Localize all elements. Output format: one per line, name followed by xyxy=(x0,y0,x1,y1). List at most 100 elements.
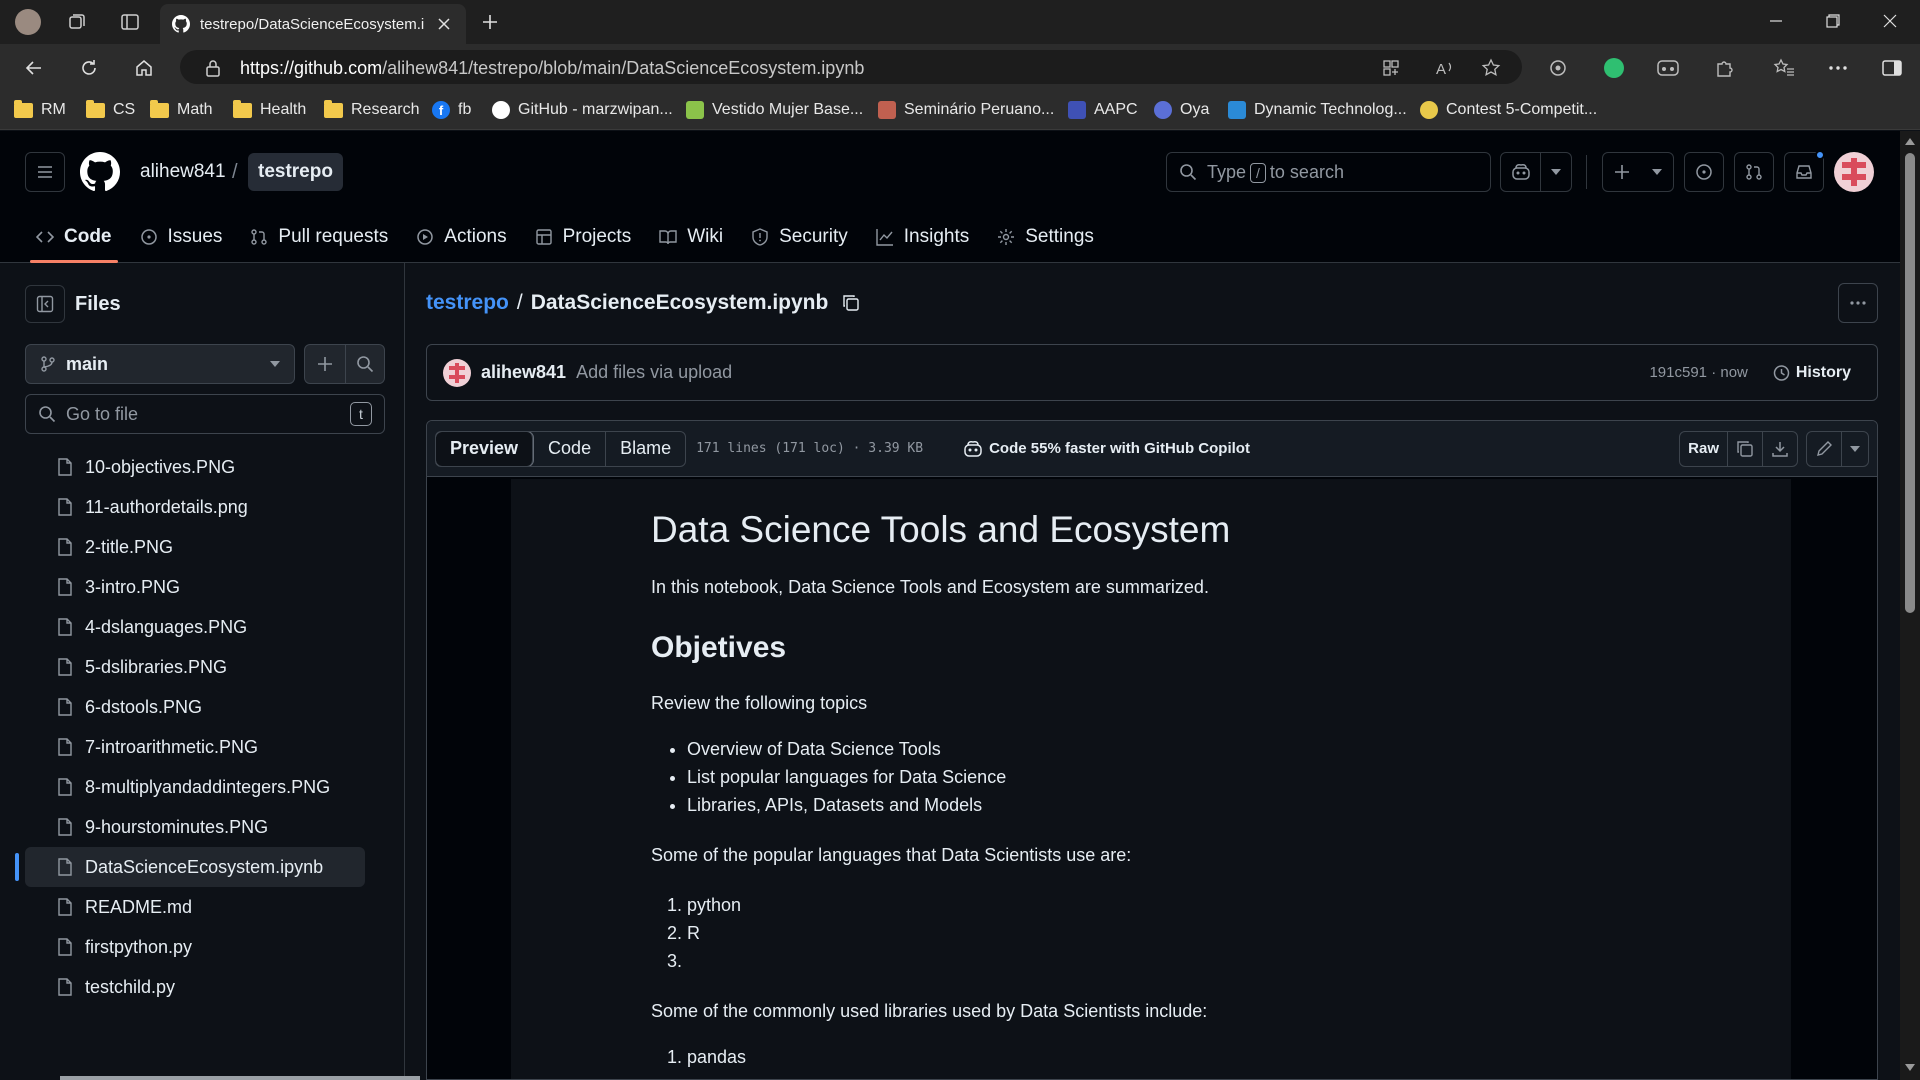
more-options-icon[interactable] xyxy=(1838,283,1878,323)
sidebar-toggle-icon[interactable] xyxy=(1876,52,1908,84)
file-tree-item[interactable]: 6-dstools.PNG xyxy=(25,687,365,727)
tab-settings[interactable]: Settings xyxy=(983,211,1108,263)
refresh-icon[interactable] xyxy=(73,52,105,84)
repo-owner-link[interactable]: alihew841 xyxy=(140,161,226,183)
scroll-up-icon[interactable] xyxy=(1905,137,1915,145)
file-tree-item[interactable]: 11-authordetails.png xyxy=(25,487,365,527)
bookmark-rm[interactable]: RM xyxy=(14,99,66,121)
edit-pencil-icon[interactable] xyxy=(1807,432,1841,466)
url-text[interactable]: https://github.com/alihew841/testrepo/bl… xyxy=(240,58,864,79)
preview-tab[interactable]: Preview xyxy=(436,431,535,466)
search-input[interactable]: Type / to search xyxy=(1166,152,1491,192)
file-tree-item[interactable]: 9-hourstominutes.PNG xyxy=(25,807,365,847)
copy-raw-icon[interactable] xyxy=(1727,431,1762,466)
bookmark-health[interactable]: Health xyxy=(233,99,306,121)
horizontal-scrollbar[interactable] xyxy=(60,1076,420,1080)
extension-icon-3[interactable] xyxy=(1652,52,1684,84)
vertical-tabs-icon[interactable] xyxy=(116,8,144,36)
github-logo-icon[interactable] xyxy=(80,152,120,192)
extension-icon-2[interactable] xyxy=(1598,52,1630,84)
bookmark-seminario[interactable]: Seminário Peruano... xyxy=(878,99,1054,121)
user-avatar[interactable] xyxy=(1834,152,1874,192)
bookmark-contest[interactable]: Contest 5-Competit... xyxy=(1420,99,1597,121)
inbox-icon[interactable] xyxy=(1784,150,1825,192)
add-file-icon[interactable] xyxy=(305,345,345,383)
restore-icon[interactable] xyxy=(1805,0,1861,42)
pull-requests-icon[interactable] xyxy=(1734,152,1774,192)
back-icon[interactable] xyxy=(18,52,50,84)
read-aloud-icon[interactable]: A xyxy=(1432,55,1458,81)
bookmark-math[interactable]: Math xyxy=(150,99,213,121)
file-tree-item[interactable]: testchild.py xyxy=(25,967,365,1007)
go-to-file-input[interactable]: Go to file t xyxy=(25,394,385,434)
favorite-star-icon[interactable] xyxy=(1478,55,1504,81)
bookmark-research[interactable]: Research xyxy=(324,99,419,121)
app-available-icon[interactable] xyxy=(1378,55,1404,81)
commit-author-link[interactable]: alihew841 xyxy=(481,362,566,383)
tab-projects[interactable]: Projects xyxy=(521,211,646,263)
scrollbar-thumb[interactable] xyxy=(1905,153,1915,613)
code-view-tab[interactable]: Code xyxy=(533,432,605,466)
repo-name-link[interactable]: testrepo xyxy=(248,153,343,191)
close-tab-icon[interactable] xyxy=(434,14,454,34)
raw-button[interactable]: Raw xyxy=(1680,432,1727,466)
minimize-icon[interactable] xyxy=(1748,0,1804,42)
tab-issues[interactable]: Issues xyxy=(126,211,237,263)
lock-icon[interactable] xyxy=(200,55,226,81)
blame-tab[interactable]: Blame xyxy=(605,431,685,466)
bookmark-github[interactable]: GitHub - marzwipan... xyxy=(492,99,673,121)
extension-icon-1[interactable] xyxy=(1542,52,1574,84)
bookmark-fb[interactable]: f fb xyxy=(432,99,471,121)
workspaces-icon[interactable] xyxy=(63,8,91,36)
commit-message-link[interactable]: Add files via upload xyxy=(576,362,732,383)
browser-tab-active[interactable]: testrepo/DataScienceEcosystem.ipynb xyxy=(160,4,466,44)
bookmark-vestido[interactable]: Vestido Mujer Base... xyxy=(686,99,863,121)
tab-pull-requests[interactable]: Pull requests xyxy=(236,211,402,263)
bookmark-dynamic[interactable]: Dynamic Technolog... xyxy=(1228,99,1407,121)
copilot-icon[interactable] xyxy=(1501,153,1540,191)
more-options-icon[interactable] xyxy=(1822,52,1854,84)
home-icon[interactable] xyxy=(128,52,160,84)
file-tree-item[interactable]: 7-introarithmetic.PNG xyxy=(25,727,365,767)
tab-wiki[interactable]: Wiki xyxy=(645,211,737,263)
copy-path-icon[interactable] xyxy=(842,294,860,312)
file-tree-item[interactable]: 2-title.PNG xyxy=(25,527,365,567)
search-icon[interactable] xyxy=(344,345,385,383)
tab-code[interactable]: Code xyxy=(22,211,126,263)
tab-actions[interactable]: Actions xyxy=(402,211,520,263)
file-tree-item[interactable]: 10-objectives.PNG xyxy=(25,447,365,487)
branch-selector[interactable]: main xyxy=(25,344,295,384)
chevron-down-icon[interactable] xyxy=(1540,153,1571,191)
breadcrumb-repo-link[interactable]: testrepo xyxy=(426,291,509,315)
file-tree-item[interactable]: DataScienceEcosystem.ipynb xyxy=(15,847,365,887)
history-button[interactable]: History xyxy=(1762,358,1861,388)
close-window-icon[interactable] xyxy=(1862,0,1918,42)
scroll-down-icon[interactable] xyxy=(1905,1064,1915,1072)
hamburger-menu-icon[interactable] xyxy=(25,152,65,192)
bookmark-cs[interactable]: CS xyxy=(86,99,135,121)
file-tree-item[interactable]: firstpython.py xyxy=(25,927,365,967)
issues-icon[interactable] xyxy=(1684,152,1724,192)
bookmark-aapc[interactable]: AAPC xyxy=(1068,99,1138,121)
copilot-promo-link[interactable]: Code 55% faster with GitHub Copilot xyxy=(963,440,1250,458)
bookmark-oya[interactable]: Oya xyxy=(1154,99,1209,121)
collapse-sidebar-icon[interactable] xyxy=(25,285,65,323)
new-tab-icon[interactable] xyxy=(476,8,504,36)
tab-security[interactable]: Security xyxy=(737,211,862,263)
commit-sha-time[interactable]: 191c591 · now xyxy=(1649,364,1747,381)
file-tree-item[interactable]: README.md xyxy=(25,887,365,927)
profile-avatar[interactable] xyxy=(14,8,42,36)
tab-insights[interactable]: Insights xyxy=(862,211,983,263)
file-tree-item[interactable]: 4-dslanguages.PNG xyxy=(25,607,365,647)
download-icon[interactable] xyxy=(1762,431,1797,466)
commit-author-avatar[interactable] xyxy=(443,358,471,387)
file-tree-item[interactable]: 3-intro.PNG xyxy=(25,567,365,607)
create-new-button[interactable] xyxy=(1602,152,1674,192)
favorites-icon[interactable] xyxy=(1768,52,1800,84)
extensions-puzzle-icon[interactable] xyxy=(1708,52,1740,84)
copilot-menu[interactable] xyxy=(1500,152,1572,192)
address-bar[interactable]: https://github.com/alihew841/testrepo/bl… xyxy=(180,50,1522,84)
file-tree-item[interactable]: 5-dslibraries.PNG xyxy=(25,647,365,687)
chevron-down-icon[interactable] xyxy=(1841,431,1868,466)
file-tree-item[interactable]: 8-multiplyandaddintegers.PNG xyxy=(25,767,365,807)
